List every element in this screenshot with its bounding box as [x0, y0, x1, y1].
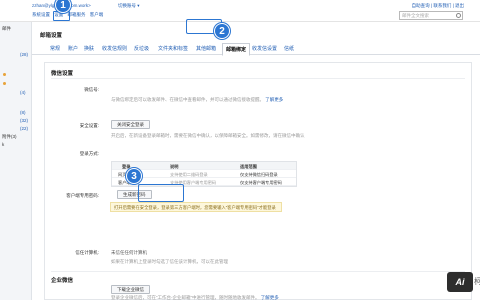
search-input[interactable]: 邮件全文搜索 — [399, 11, 463, 20]
tab-send-receive[interactable]: 收发信设置 — [252, 45, 277, 52]
switch-account-link[interactable]: 切换账号 ▾ — [118, 3, 140, 9]
sidebar-item-mail[interactable]: 邮件 — [2, 26, 11, 32]
table-cell: 仅支持客户端专用密码 — [240, 179, 282, 185]
close-secure-login-button[interactable]: 关闭安全登录 — [111, 120, 150, 129]
sidebar: 邮件 (28) (4) (8) (32) (22) 附件(3) k — [0, 22, 32, 300]
enterprise-desc: 登录企业微信后，可在“工作台-企业邮箱”中进行管理，随时随地收发邮件。 了解更多 — [111, 295, 279, 300]
settings-tabs: 常规 账户 换肤 收发信规则 反垃圾 文件夹和标签 其他邮箱 邮箱绑定 收发信设… — [32, 42, 480, 56]
tab-rules[interactable]: 收发信规则 — [102, 45, 127, 52]
wechat-more-link[interactable]: 了解更多 — [265, 97, 283, 102]
step-2-badge: 2 — [214, 23, 230, 39]
header-right-links[interactable]: 自助查询 | 联系我们 | 退出 — [412, 3, 464, 9]
download-wecom-button[interactable]: 下载企业微信 — [111, 285, 150, 294]
search-placeholder: 邮件全文搜索 — [402, 13, 429, 18]
link-system-settings[interactable]: 系统设置 — [32, 12, 50, 17]
generate-password-highlight — [138, 184, 184, 202]
tab-stationery[interactable]: 信纸 — [284, 45, 294, 52]
table-header: 登录 说明 适用范围 — [112, 162, 296, 170]
security-label: 安全设置: — [79, 123, 99, 128]
tab-antispam[interactable]: 反垃圾 — [134, 45, 149, 52]
enterprise-section-title: 企业微信 — [51, 278, 74, 284]
tab-folders[interactable]: 文件夹和标签 — [158, 45, 188, 52]
login-method-label: 登录方式: — [79, 151, 99, 156]
sidebar-item-count[interactable]: (4) — [20, 90, 26, 95]
sidebar-item-count[interactable]: (22) — [20, 126, 28, 131]
client-password-label: 客户端专用密码: — [66, 193, 99, 198]
tab-mail-binding[interactable]: 邮箱绑定 — [222, 43, 251, 56]
wechat-label: 微信号: — [84, 87, 99, 92]
wechat-desc: 与微信绑定后可以收发邮件、在微信中查看邮件，并可以通过微信接收提醒。 了解更多 — [111, 97, 284, 102]
link-client[interactable]: 客户端 — [90, 12, 104, 17]
table-header-cell: 说明 — [170, 163, 179, 169]
main-panel: 邮箱设置 常规 账户 换肤 收发信规则 反垃圾 文件夹和标签 其他邮箱 邮箱绑定… — [32, 22, 480, 300]
table-cell: 支持使用二维码登录 — [170, 171, 208, 177]
link-mail-service[interactable]: 邮箱服务 — [68, 12, 86, 17]
enterprise-more-link[interactable]: 了解更多 — [261, 295, 279, 300]
binding-content: 微信设置 微信号: 与微信绑定后可以收发邮件、在微信中查看邮件，并可以通过微信接… — [44, 62, 472, 300]
search-icon[interactable] — [456, 13, 461, 18]
trusted-computer-label: 信任计算机: — [75, 250, 99, 255]
tab-other-mail[interactable]: 其他邮箱 — [196, 45, 216, 52]
divider — [51, 271, 465, 272]
tab-general[interactable]: 常规 — [50, 45, 60, 52]
step-3-badge: 3 — [126, 168, 142, 184]
sidebar-item-k[interactable]: k — [2, 142, 4, 147]
security-desc: 开启后，在新设备登录邮箱时，需要在微信中确认，以保障邮箱安全。如需修改，请在微信… — [111, 133, 305, 138]
table-header-cell: 适用范围 — [240, 163, 257, 169]
top-header: zzhan@ylg321.wecom.work> 切换账号 ▾ 系统设置 设置 … — [0, 0, 480, 22]
page-title: 邮箱设置 — [40, 33, 63, 39]
wechat-section-title: 微信设置 — [51, 71, 74, 77]
sidebar-item-count[interactable]: (8) — [20, 110, 26, 115]
star-icon — [3, 82, 6, 85]
watermark-logo: Ai — [447, 272, 473, 292]
table-cell: 仅支持微信扫码登录 — [240, 171, 278, 177]
trusted-computer-sub: 如果在计算机上登录时勾选了信任该计算机，可以在此管理 — [111, 259, 228, 264]
tab-skin[interactable]: 换肤 — [84, 45, 94, 52]
sidebar-item-count[interactable]: (28) — [20, 52, 28, 57]
client-password-tip: 打开后需要在安全登录，登录第三方客户端时，您需要输入“客户端专用密码”才能登录 — [110, 202, 282, 212]
sidebar-item-attachments[interactable]: 附件(3) — [2, 134, 17, 140]
trusted-computer-desc: 未信任任何计算机 — [111, 250, 147, 255]
tab-account[interactable]: 账户 — [68, 45, 78, 52]
sidebar-item-count[interactable]: (32) — [20, 118, 28, 123]
watermark-logo-tail: 柯 — [474, 277, 480, 286]
divider — [51, 78, 465, 79]
star-icon — [3, 73, 6, 76]
